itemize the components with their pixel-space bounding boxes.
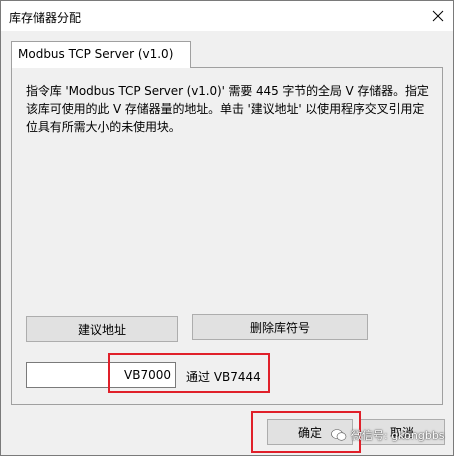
library-memory-dialog: 库存储器分配 Modbus TCP Server (v1.0) 指令库 'Mod…	[0, 0, 454, 456]
highlight-box-ok	[251, 411, 361, 453]
suggest-address-button[interactable]: 建议地址	[26, 316, 178, 342]
tab-modbus-tcp-server[interactable]: Modbus TCP Server (v1.0)	[11, 41, 191, 68]
close-button[interactable]	[423, 1, 453, 31]
close-icon	[432, 10, 444, 22]
tab-panel: 指令库 'Modbus TCP Server (v1.0)' 需要 445 字节…	[11, 67, 443, 405]
tab-label: Modbus TCP Server (v1.0)	[18, 47, 174, 61]
delete-library-symbols-button[interactable]: 删除库符号	[192, 314, 368, 340]
window-title: 库存储器分配	[9, 11, 82, 25]
title-bar: 库存储器分配	[1, 1, 453, 31]
description-text: 指令库 'Modbus TCP Server (v1.0)' 需要 445 字节…	[26, 84, 429, 134]
highlight-box-address	[108, 353, 270, 393]
cancel-button[interactable]: 取消	[359, 419, 445, 445]
